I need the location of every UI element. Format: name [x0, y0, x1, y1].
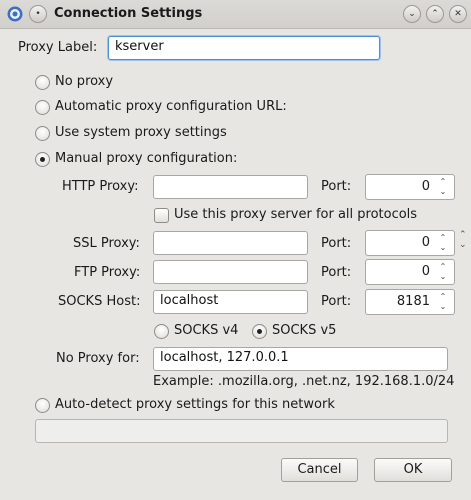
- http-port-value: 0: [421, 179, 430, 194]
- no-proxy-example: Example: .mozilla.org, .net.nz, 192.168.…: [153, 374, 455, 389]
- http-port-label: Port:: [321, 179, 352, 194]
- minimize-icon[interactable]: ⌄: [403, 5, 421, 23]
- no-proxy-label[interactable]: No proxy: [55, 74, 113, 89]
- window-menu-icon[interactable]: •: [29, 5, 47, 23]
- socks-v5-radio[interactable]: [252, 324, 267, 339]
- auto-url-label[interactable]: Automatic proxy configuration URL:: [55, 99, 287, 114]
- use-all-label[interactable]: Use this proxy server for all protocols: [174, 207, 417, 222]
- ftp-port-label: Port:: [321, 265, 352, 280]
- auto-url-radio[interactable]: [35, 100, 50, 115]
- ssl-port-value: 0: [421, 235, 430, 250]
- ftp-proxy-input[interactable]: [153, 260, 308, 284]
- cancel-button[interactable]: Cancel: [281, 458, 358, 482]
- system-proxy-label[interactable]: Use system proxy settings: [55, 125, 227, 140]
- socks-port-label: Port:: [321, 294, 352, 309]
- socks-v5-label[interactable]: SOCKS v5: [272, 323, 336, 338]
- auto-detect-radio[interactable]: [35, 398, 50, 413]
- spin-arrows-icon[interactable]: ⌃ ⌄: [436, 233, 450, 253]
- ftp-port-value: 0: [421, 264, 430, 279]
- ssl-port-stepper[interactable]: 0 ⌃ ⌄: [365, 230, 455, 256]
- scroll-down-icon[interactable]: ⌄: [459, 240, 467, 250]
- spin-arrows-icon[interactable]: ⌃ ⌄: [436, 262, 450, 282]
- ftp-proxy-label: FTP Proxy:: [74, 265, 141, 280]
- spin-arrows-icon[interactable]: ⌃ ⌄: [436, 177, 450, 197]
- no-proxy-for-label: No Proxy for:: [56, 351, 140, 366]
- no-proxy-radio[interactable]: [35, 75, 50, 90]
- app-icon: [7, 6, 23, 22]
- window-title: Connection Settings: [54, 6, 203, 21]
- manual-proxy-label[interactable]: Manual proxy configuration:: [55, 151, 237, 166]
- close-icon[interactable]: ✕: [449, 5, 467, 23]
- socks-port-stepper[interactable]: 8181 ⌃ ⌄: [365, 289, 455, 315]
- ssl-proxy-input[interactable]: [153, 231, 308, 255]
- socks-v4-radio[interactable]: [154, 324, 169, 339]
- socks-port-value: 8181: [396, 294, 430, 309]
- use-all-checkbox[interactable]: [154, 208, 169, 223]
- ssl-port-label: Port:: [321, 236, 352, 251]
- socks-host-label: SOCKS Host:: [58, 294, 141, 309]
- socks-v4-label[interactable]: SOCKS v4: [174, 323, 238, 338]
- no-proxy-for-input[interactable]: localhost, 127.0.0.1: [153, 347, 448, 371]
- proxy-label-label: Proxy Label:: [18, 40, 98, 55]
- scroll-up-icon[interactable]: ⌃: [459, 230, 467, 240]
- proxy-label-input[interactable]: kserver: [108, 36, 380, 60]
- auto-detect-label[interactable]: Auto-detect proxy settings for this netw…: [55, 397, 335, 412]
- manual-proxy-radio[interactable]: [35, 152, 50, 167]
- ok-button[interactable]: OK: [374, 458, 452, 482]
- socks-host-input[interactable]: localhost: [153, 290, 308, 314]
- ssl-proxy-label: SSL Proxy:: [73, 236, 140, 251]
- system-proxy-radio[interactable]: [35, 126, 50, 141]
- maximize-icon[interactable]: ⌃: [426, 5, 444, 23]
- ftp-port-stepper[interactable]: 0 ⌃ ⌄: [365, 259, 455, 285]
- http-port-stepper[interactable]: 0 ⌃ ⌄: [365, 174, 455, 200]
- scrollbar-arrows[interactable]: ⌃ ⌄: [456, 212, 470, 264]
- http-proxy-input[interactable]: [153, 175, 308, 199]
- auto-url-input[interactable]: [35, 419, 448, 443]
- spin-arrows-icon[interactable]: ⌃ ⌄: [436, 292, 450, 312]
- http-proxy-label: HTTP Proxy:: [62, 179, 139, 194]
